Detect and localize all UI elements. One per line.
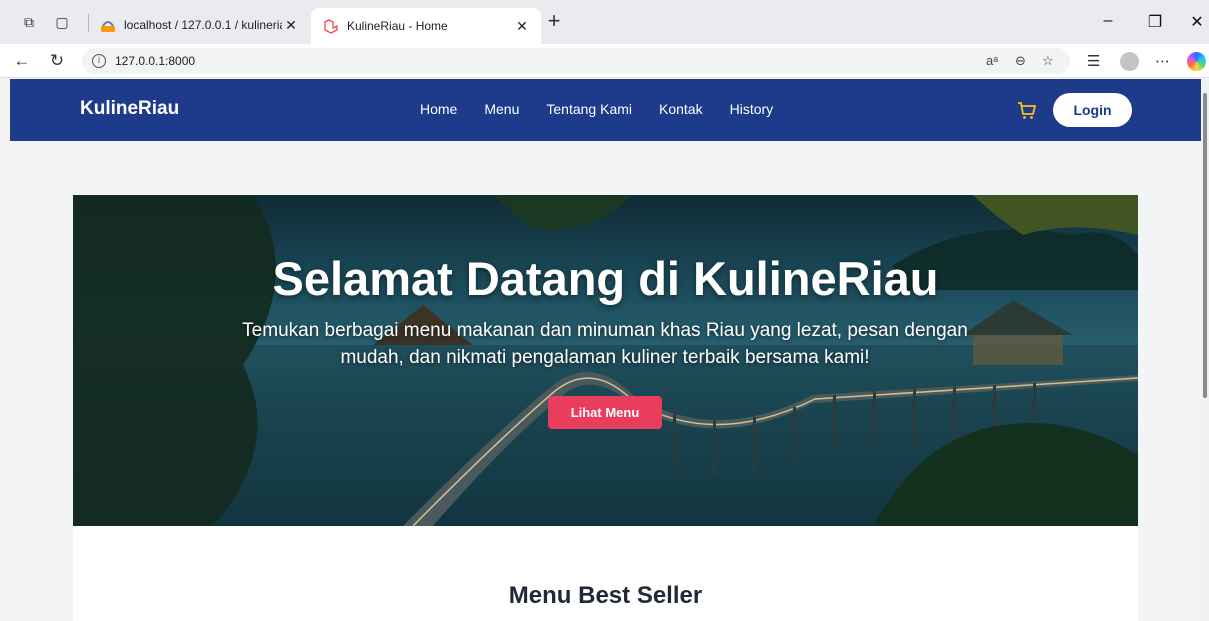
tab-title: KulineRiau - Home	[347, 19, 448, 33]
workspaces-icon[interactable]: ⧉	[20, 13, 38, 31]
page-viewport: KulineRiau Home Menu Tentang Kami Kontak…	[10, 79, 1201, 621]
site-info-icon[interactable]: i	[92, 54, 106, 68]
favorite-star-icon[interactable]: ☆	[1042, 53, 1054, 69]
nav-link-kontak[interactable]: Kontak	[659, 101, 703, 117]
phpmyadmin-icon	[101, 21, 115, 32]
refresh-icon[interactable]: ↻	[47, 51, 67, 71]
zoom-icon[interactable]: ⊖	[1015, 53, 1026, 69]
lihat-menu-button[interactable]: Lihat Menu	[548, 396, 662, 429]
login-button[interactable]: Login	[1053, 93, 1132, 127]
main-nav: Home Menu Tentang Kami Kontak History	[420, 101, 773, 117]
read-aloud-icon[interactable]: aᵃ	[986, 53, 998, 68]
more-menu-icon[interactable]: ⋯	[1155, 52, 1170, 70]
hero-title: Selamat Datang di KulineRiau	[272, 252, 939, 305]
nav-link-home[interactable]: Home	[420, 101, 457, 117]
new-tab-button[interactable]: +	[543, 10, 565, 32]
tab-title: localhost / 127.0.0.1 / kulineriau /	[124, 18, 282, 32]
site-navbar: KulineRiau Home Menu Tentang Kami Kontak…	[10, 79, 1201, 141]
nav-link-menu[interactable]: Menu	[484, 101, 519, 117]
best-seller-section: Menu Best Seller	[73, 526, 1138, 621]
address-toolbar: ← ↻ i 127.0.0.1:8000 aᵃ ⊖ ☆ ☰ ⋯	[0, 44, 1209, 78]
favorites-icon[interactable]: ☰	[1087, 52, 1100, 70]
hero-subtitle: Temukan berbagai menu makanan dan minuma…	[242, 320, 968, 368]
address-bar[interactable]: i 127.0.0.1:8000 aᵃ ⊖ ☆	[82, 48, 1070, 74]
browser-tab-bar: ⧉ ▢ localhost / 127.0.0.1 / kulineriau /…	[0, 0, 1209, 44]
scrollbar-thumb[interactable]	[1203, 93, 1207, 398]
site-brand[interactable]: KulineRiau	[80, 98, 179, 120]
laravel-icon	[324, 19, 338, 34]
cart-icon[interactable]	[1016, 99, 1038, 121]
page-scrollbar[interactable]	[1201, 79, 1209, 621]
restore-button[interactable]: ❐	[1145, 12, 1165, 32]
url-text[interactable]: 127.0.0.1:8000	[115, 54, 195, 68]
profile-avatar[interactable]	[1120, 52, 1139, 71]
nav-link-history[interactable]: History	[730, 101, 774, 117]
tab-phpmyadmin[interactable]: localhost / 127.0.0.1 / kulineriau / ✕	[88, 9, 310, 41]
minimize-button[interactable]: –	[1098, 12, 1118, 30]
close-tab-icon[interactable]: ✕	[513, 18, 531, 35]
close-tab-icon[interactable]: ✕	[282, 17, 300, 34]
nav-link-tentang-kami[interactable]: Tentang Kami	[546, 101, 632, 117]
tab-actions-icon[interactable]: ▢	[53, 13, 71, 31]
close-window-button[interactable]: ✕	[1187, 12, 1207, 32]
hero-banner: Selamat Datang di KulineRiau Temukan ber…	[73, 195, 1138, 526]
copilot-icon[interactable]	[1187, 52, 1206, 71]
section-title: Menu Best Seller	[508, 582, 703, 609]
tab-kulineriau-home[interactable]: KulineRiau - Home ✕	[311, 8, 541, 44]
back-arrow-icon[interactable]: ←	[12, 51, 32, 71]
